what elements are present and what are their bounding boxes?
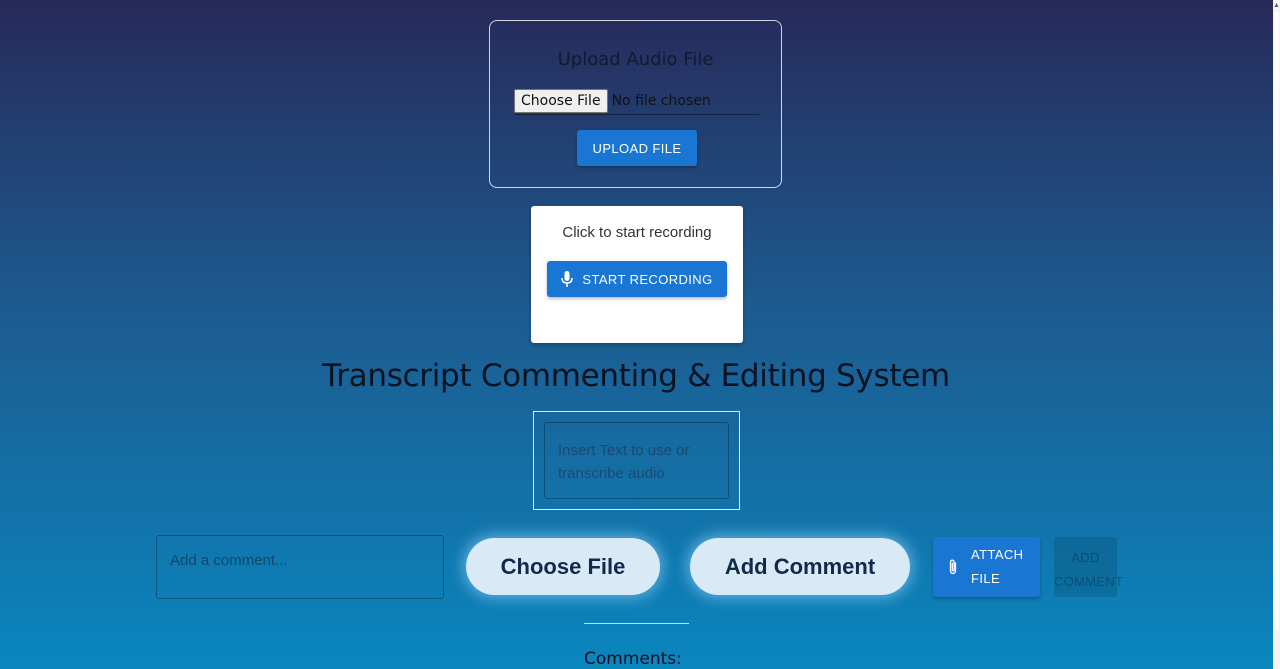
add-comment-disabled-button[interactable]: ADD COMMENT (1054, 537, 1123, 597)
comments-divider (584, 623, 689, 624)
attach-label-line1: ATTACH (971, 547, 1024, 562)
recording-card: Click to start recording START RECORDING (531, 206, 743, 343)
page-title: Transcript Commenting & Editing System (322, 358, 950, 394)
scroll-up-arrow-icon[interactable]: ▲ (1273, 0, 1280, 12)
no-file-chosen-text: No file chosen (611, 92, 711, 109)
file-input-row[interactable]: Choose File No file chosen (514, 87, 759, 115)
choose-file-native-button[interactable]: Choose File (514, 88, 608, 113)
upload-card: Upload Audio File Choose File No file ch… (489, 20, 782, 188)
upload-title: Upload Audio File (557, 49, 714, 70)
choose-file-button[interactable]: Choose File (466, 538, 660, 595)
upload-file-button[interactable]: UPLOAD FILE (577, 130, 697, 166)
microphone-icon (561, 271, 574, 287)
transcript-textarea[interactable] (544, 422, 729, 499)
paperclip-icon (949, 559, 957, 575)
attach-label-line2: FILE (971, 571, 1001, 586)
start-recording-button[interactable]: START RECORDING (547, 261, 727, 297)
comments-heading: Comments: (584, 649, 682, 669)
add-comment-button[interactable]: Add Comment (690, 538, 910, 595)
start-recording-label: START RECORDING (582, 271, 713, 287)
recording-prompt: Click to start recording (562, 224, 712, 241)
add-disabled-line2: COMMENT (1054, 573, 1124, 589)
transcript-box (533, 411, 740, 510)
attach-file-button[interactable]: ATTACH FILE (933, 537, 1040, 597)
comment-input[interactable] (156, 535, 444, 599)
scrollbar[interactable]: ▲ (1273, 0, 1280, 669)
add-disabled-line1: ADD (1071, 549, 1100, 565)
scroll-thumb[interactable] (1274, 12, 1279, 630)
